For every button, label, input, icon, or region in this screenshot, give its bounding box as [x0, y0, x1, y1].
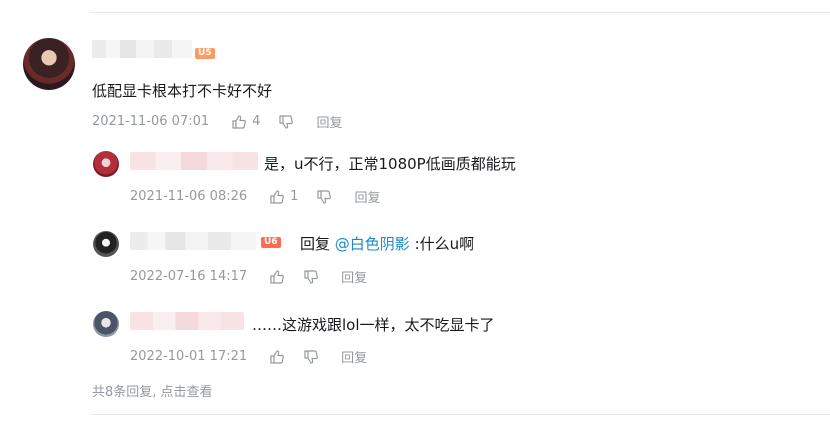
like-button[interactable] [269, 269, 285, 285]
reply-button[interactable]: 回复 [341, 267, 367, 286]
view-more-replies-link[interactable]: 共8条回复, 点击查看 [92, 381, 213, 400]
like-button[interactable]: 1 [269, 189, 298, 205]
level-badge: U6 [261, 237, 281, 248]
username-blurred[interactable] [130, 312, 244, 330]
avatar[interactable] [93, 311, 119, 337]
dislike-button[interactable] [303, 349, 319, 365]
thumbs-up-icon [232, 114, 247, 129]
dislike-button[interactable] [303, 269, 319, 285]
level-badge: U5 [195, 48, 215, 59]
reply-meta: 2022-10-01 17:21 回复 [130, 347, 367, 366]
reply-time: 2022-10-01 17:21 [130, 349, 248, 364]
reply-time: 2022-07-16 14:17 [130, 269, 248, 284]
reply-meta: 2021-11-06 08:26 1 回复 [130, 187, 380, 206]
dislike-button[interactable] [316, 189, 332, 205]
thumbs-down-icon [317, 189, 332, 204]
like-count: 4 [252, 114, 261, 129]
reply-button[interactable]: 回复 [354, 187, 380, 206]
username-blurred[interactable] [130, 152, 258, 170]
thumbs-up-icon [270, 349, 285, 364]
mention-link[interactable]: @白色阴影 [335, 235, 410, 253]
thumbs-down-icon [304, 349, 319, 364]
reply-button[interactable]: 回复 [316, 112, 342, 131]
like-button[interactable]: 4 [231, 114, 260, 130]
reply-text: 是，u不行，正常1080P低画质都能玩 [264, 155, 516, 173]
reply-prefix: 回复 [300, 235, 331, 253]
reply-body: :什么u啊 [414, 235, 475, 253]
comment-text: 低配显卡根本打不卡好不好 [92, 82, 273, 100]
comment-time: 2021-11-06 07:01 [92, 114, 210, 129]
thumbs-down-icon [304, 269, 319, 284]
username-blurred[interactable] [130, 232, 256, 250]
comment-meta: 2021-11-06 07:01 4 回复 [92, 112, 342, 131]
reply-time: 2021-11-06 08:26 [130, 189, 248, 204]
avatar[interactable] [23, 38, 75, 90]
reply-text: 回复 @白色阴影 :什么u啊 [300, 233, 474, 254]
like-button[interactable] [269, 349, 285, 365]
avatar[interactable] [93, 151, 119, 177]
thumbs-up-icon [270, 269, 285, 284]
reply-text: ……这游戏跟lol一样，太不吃显卡了 [252, 316, 495, 334]
username-blurred[interactable] [92, 40, 192, 58]
thumbs-down-icon [279, 114, 294, 129]
avatar[interactable] [93, 231, 119, 257]
bottom-divider [90, 414, 830, 415]
dislike-button[interactable] [278, 114, 294, 130]
reply-meta: 2022-07-16 14:17 回复 [130, 267, 367, 286]
top-divider [90, 12, 830, 13]
reply-button[interactable]: 回复 [341, 347, 367, 366]
thumbs-up-icon [270, 189, 285, 204]
like-count: 1 [290, 189, 299, 204]
